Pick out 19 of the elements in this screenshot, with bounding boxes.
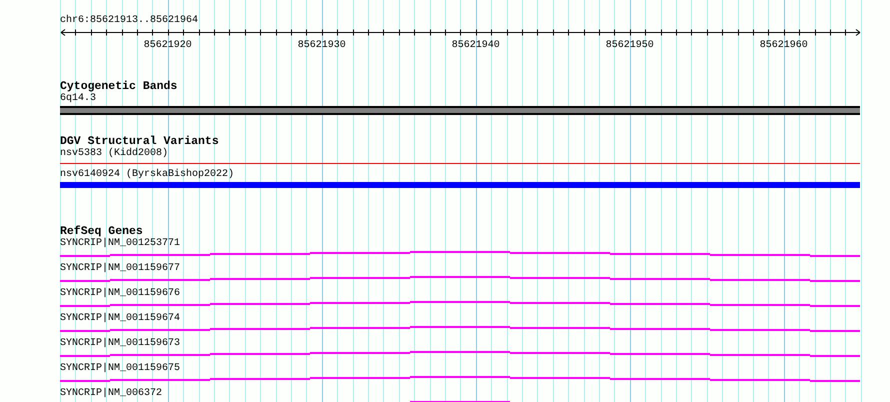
feature-label: SYNCRIP|NM_001159676 (60, 288, 180, 300)
tick-label: 85621930 (298, 40, 346, 51)
feature-label: nsv5383 (Kidd2008) (60, 148, 168, 160)
coordinate-label: chr6:85621913..85621964 (60, 14, 200, 27)
feature-label: SYNCRIP|NM_001159674 (60, 313, 180, 325)
track-title: Cytogenetic Bands (60, 80, 178, 93)
track-title: DGV Structural Variants (60, 135, 220, 148)
tick-label: 85621960 (760, 40, 808, 51)
feature-label: SYNCRIP|NM_001159677 (60, 263, 180, 275)
feature-label: SYNCRIP|NM_001253771 (60, 238, 180, 250)
tick-label: 85621940 (452, 40, 500, 51)
tick-label: 85621920 (144, 40, 192, 51)
feature-label: 6q14.3 (60, 93, 96, 105)
feature-label: SYNCRIP|NM_006372 (60, 388, 162, 400)
feature-label: SYNCRIP|NM_001159673 (60, 338, 180, 350)
tick-label: 85621950 (606, 40, 654, 51)
track-title: RefSeq Genes (60, 225, 143, 238)
feature-label: SYNCRIP|NM_001159675 (60, 363, 180, 375)
feature-label: nsv6140924 (ByrskaBishop2022) (60, 169, 234, 181)
